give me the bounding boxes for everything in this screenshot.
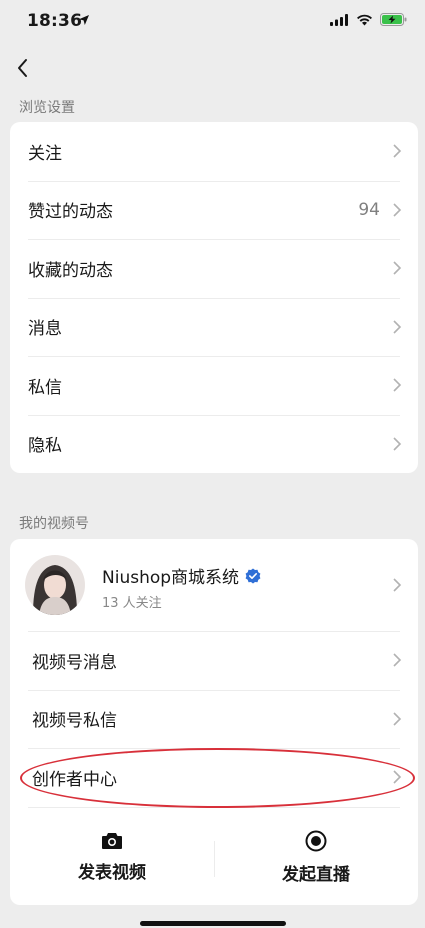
cellular-signal-icon (330, 13, 348, 26)
channel-actions: 发表视频 发起直播 (10, 806, 418, 905)
my-channels-label: 我的视频号 (19, 516, 89, 532)
row-label: 私信 (28, 377, 62, 398)
browse-settings-card: 关注 赞过的动态 94 收藏的动态 消息 私信 隐私 (10, 122, 418, 473)
messages-row[interactable]: 消息 (10, 297, 418, 357)
row-label: 隐私 (28, 436, 62, 457)
follower-count: 13 人关注 (102, 596, 162, 611)
private-messages-row[interactable]: 私信 (10, 356, 418, 415)
chevron-right-icon (393, 320, 402, 334)
channel-messages-row[interactable]: 视频号消息 (10, 631, 418, 690)
status-indicators (330, 13, 407, 26)
row-label: 视频号私信 (32, 711, 117, 732)
status-bar: 18:36 (0, 0, 425, 44)
liked-posts-row[interactable]: 赞过的动态 94 (10, 180, 418, 240)
channel-name: Niushop商城系统 (102, 563, 261, 588)
location-arrow-icon (79, 15, 89, 25)
row-label: 赞过的动态 (28, 202, 113, 223)
chevron-right-icon (393, 578, 402, 592)
chevron-right-icon (393, 203, 402, 217)
row-label: 关注 (28, 143, 62, 164)
chevron-right-icon (393, 437, 402, 451)
wifi-icon (357, 14, 372, 25)
chevron-right-icon (393, 261, 402, 275)
avatar (25, 555, 85, 615)
action-divider (214, 840, 215, 877)
saved-posts-row[interactable]: 收藏的动态 (10, 239, 418, 298)
chevron-right-icon (393, 712, 402, 726)
row-label: 视频号消息 (32, 652, 117, 673)
back-chevron-icon[interactable] (12, 56, 36, 80)
privacy-row[interactable]: 隐私 (10, 414, 418, 474)
post-video-button[interactable]: 发表视频 (10, 807, 214, 905)
live-record-icon (305, 830, 327, 852)
chevron-right-icon (393, 653, 402, 667)
status-time: 18:36 (27, 11, 83, 31)
following-row[interactable]: 关注 (10, 122, 418, 181)
highlight-oval (20, 748, 415, 808)
home-indicator (140, 921, 286, 926)
liked-count: 94 (358, 199, 380, 220)
row-label: 消息 (28, 319, 62, 340)
channel-profile-row[interactable]: Niushop商城系统 13 人关注 (10, 539, 418, 631)
chevron-right-icon (393, 378, 402, 392)
row-label: 收藏的动态 (28, 260, 113, 281)
channel-private-messages-row[interactable]: 视频号私信 (10, 689, 418, 749)
post-video-label: 发表视频 (78, 863, 146, 883)
channel-name-text: Niushop商城系统 (102, 568, 240, 588)
battery-charging-icon (380, 13, 407, 26)
verified-badge-icon (245, 568, 261, 583)
go-live-label: 发起直播 (282, 865, 350, 885)
go-live-button[interactable]: 发起直播 (214, 807, 418, 905)
browse-settings-label: 浏览设置 (19, 100, 75, 116)
my-channels-card: Niushop商城系统 13 人关注 视频号消息 视频号私信 创作者中心 发表视… (10, 539, 418, 905)
chevron-right-icon (393, 144, 402, 158)
camera-icon (102, 833, 122, 849)
